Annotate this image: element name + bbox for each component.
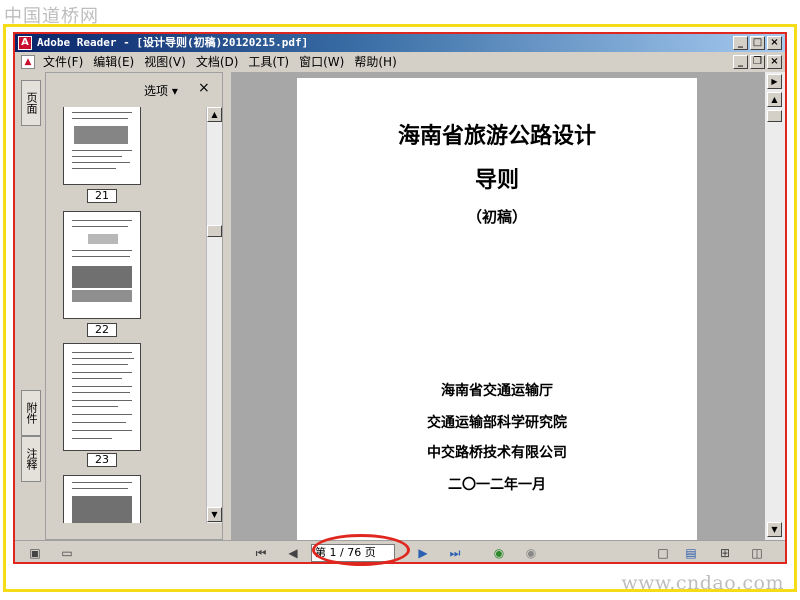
close-button[interactable]: × [767, 36, 782, 50]
window-title: Adobe Reader - [设计导则(初稿)20120215.pdf] [37, 36, 309, 49]
panel-splitter[interactable] [223, 72, 231, 540]
thumbnail-scrollbar[interactable]: ▲ ▼ [206, 107, 222, 523]
continuous-facing-view-icon[interactable]: ◫ [749, 545, 765, 561]
previous-page-icon[interactable]: ◀ [285, 545, 301, 561]
doc-date: 二〇一二年一月 [448, 477, 546, 493]
panel-toggle-icon[interactable]: ▭ [59, 545, 75, 561]
tab-attachments[interactable]: 附件 [21, 390, 41, 436]
thumbnail-page-22[interactable] [63, 211, 141, 319]
last-page-icon[interactable]: ⏭ [447, 545, 463, 561]
doc-org-1: 海南省交通运输厅 [441, 383, 553, 399]
first-page-icon[interactable]: ⏮ [253, 545, 269, 561]
go-back-icon[interactable]: ◉ [491, 545, 507, 561]
menu-document[interactable]: 文档(D) [196, 52, 239, 72]
pdf-page: 海南省旅游公路设计 导则 （初稿） 海南省交通运输厅 交通运输部科学研究院 中交… [297, 78, 697, 546]
reader-window: A Adobe Reader - [设计导则(初稿)20120215.pdf] … [13, 32, 787, 564]
tab-pages[interactable]: 页面 [21, 80, 41, 126]
doc-title-line2: 导则 [474, 168, 519, 193]
page-number-input[interactable]: 第 1 / 76 页 [311, 544, 395, 562]
menu-help[interactable]: 帮助(H) [354, 52, 396, 72]
doc-close-button[interactable]: × [767, 55, 782, 69]
thumbnail-page-24[interactable] [63, 475, 141, 523]
menu-window[interactable]: 窗口(W) [299, 52, 344, 72]
doc-scroll-up-icon[interactable]: ▲ [767, 92, 782, 107]
scroll-thumb[interactable] [207, 225, 222, 237]
thumbnail-label-22: 22 [87, 323, 117, 337]
single-page-view-icon[interactable]: □ [655, 545, 671, 561]
doc-scroll-thumb[interactable] [767, 110, 782, 122]
title-bar[interactable]: A Adobe Reader - [设计导则(初稿)20120215.pdf] … [15, 34, 785, 52]
options-menu[interactable]: 选项 ▾ [144, 82, 178, 99]
doc-restore-button[interactable]: ❐ [750, 55, 765, 69]
side-tab-strip: 页面 附件 注释 [15, 72, 45, 540]
menu-tools[interactable]: 工具(T) [248, 52, 289, 72]
doc-title-line1: 海南省旅游公路设计 [397, 124, 596, 149]
menu-bar: ▲ 文件(F) 编辑(E) 视图(V) 文档(D) 工具(T) 窗口(W) 帮助… [15, 52, 785, 72]
document-controls: _ ❐ × [733, 55, 782, 69]
menu-file[interactable]: 文件(F) [43, 52, 83, 72]
menu-list: 文件(F) 编辑(E) 视图(V) 文档(D) 工具(T) 窗口(W) 帮助(H… [43, 52, 397, 72]
thumbnail-page-23[interactable] [63, 343, 141, 451]
pdf-document-icon[interactable]: ▲ [21, 55, 35, 69]
thumbnail-list[interactable]: 21 22 23 [46, 107, 206, 523]
document-scrollbar[interactable]: ▶ ▲ ▼ [765, 72, 785, 540]
thumbnail-page-21[interactable] [63, 107, 141, 185]
document-view[interactable]: 海南省旅游公路设计 导则 （初稿） 海南省交通运输厅 交通运输部科学研究院 中交… [231, 72, 765, 546]
continuous-view-icon[interactable]: ▤ [683, 545, 699, 561]
tab-comments[interactable]: 注释 [21, 436, 41, 482]
doc-scroll-down-icon[interactable]: ▼ [767, 522, 782, 537]
doc-minimize-button[interactable]: _ [733, 55, 748, 69]
menu-edit[interactable]: 编辑(E) [93, 52, 134, 72]
adobe-reader-icon[interactable]: A [18, 36, 32, 50]
next-page-icon[interactable]: ▶ [415, 545, 431, 561]
thumbnail-label-21: 21 [87, 189, 117, 203]
minimize-button[interactable]: _ [733, 36, 748, 50]
thumbnail-label-23: 23 [87, 453, 117, 467]
pages-panel: 选项 ▾ × 21 22 23 ▲ ▼ [45, 72, 223, 540]
doc-nav-arrow-icon[interactable]: ▶ [767, 74, 782, 89]
pages-panel-header: 选项 ▾ × [46, 73, 222, 103]
doc-subtitle: （初稿） [466, 208, 527, 226]
go-forward-icon[interactable]: ◉ [523, 545, 539, 561]
doc-org-2: 交通运输部科学研究院 [427, 415, 567, 431]
scroll-down-icon[interactable]: ▼ [207, 507, 222, 522]
menu-view[interactable]: 视图(V) [144, 52, 186, 72]
panel-close-icon[interactable]: × [198, 80, 210, 96]
scroll-up-icon[interactable]: ▲ [207, 107, 222, 122]
print-preview-icon[interactable]: ▣ [27, 545, 43, 561]
maximize-button[interactable]: □ [750, 36, 765, 50]
facing-view-icon[interactable]: ⊞ [717, 545, 733, 561]
window-controls: _ □ × [733, 36, 782, 50]
bottom-toolbar: ▣ ▭ ⏮ ◀ 第 1 / 76 页 ▶ ⏭ ◉ ◉ □ ▤ ⊞ ◫ [15, 540, 785, 562]
doc-org-3: 中交路桥技术有限公司 [427, 445, 567, 461]
watermark-bottom: www.cndao.com [621, 572, 784, 594]
